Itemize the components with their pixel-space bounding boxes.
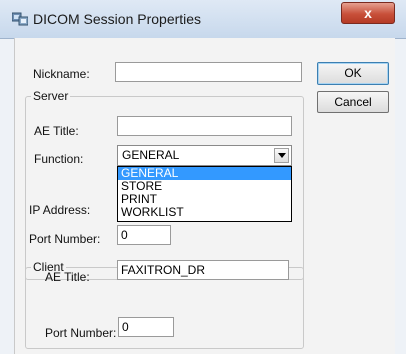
server-ae-title-label: AE Title: (34, 124, 79, 138)
server-group-title: Server (31, 89, 71, 103)
function-selected-value: GENERAL (122, 148, 180, 162)
dialog-body: Nickname: OK Cancel Server AE Title: Fun… (14, 38, 395, 354)
function-select[interactable]: GENERAL (117, 145, 292, 166)
window-title: DICOM Session Properties (33, 11, 202, 27)
server-port-label: Port Number: (29, 232, 101, 246)
dicom-session-icon (11, 12, 29, 26)
server-port-input[interactable]: 0 (117, 225, 171, 245)
client-port-label: Port Number: (45, 326, 117, 340)
client-port-input[interactable]: 0 (118, 317, 174, 337)
cancel-button[interactable]: Cancel (317, 91, 389, 113)
close-icon: x (364, 5, 372, 21)
ip-address-label: IP Address: (29, 203, 91, 217)
function-dropdown-list: GENERAL STORE PRINT WORKLIST (117, 166, 292, 222)
nickname-label: Nickname: (33, 67, 90, 81)
nickname-input[interactable] (115, 62, 302, 82)
chevron-down-icon[interactable] (274, 148, 289, 163)
client-ae-title-input[interactable]: FAXITRON_DR (117, 260, 289, 280)
function-option-worklist[interactable]: WORKLIST (118, 206, 291, 219)
function-label: Function: (34, 152, 84, 166)
client-ae-title-label: AE Title: (45, 270, 90, 284)
dicom-session-properties-window: DICOM Session Properties x Nickname: OK … (0, 0, 406, 354)
title-bar[interactable]: DICOM Session Properties x (0, 0, 406, 39)
close-button[interactable]: x (341, 2, 395, 24)
ok-button[interactable]: OK (317, 62, 389, 85)
server-ae-title-input[interactable] (117, 116, 292, 136)
